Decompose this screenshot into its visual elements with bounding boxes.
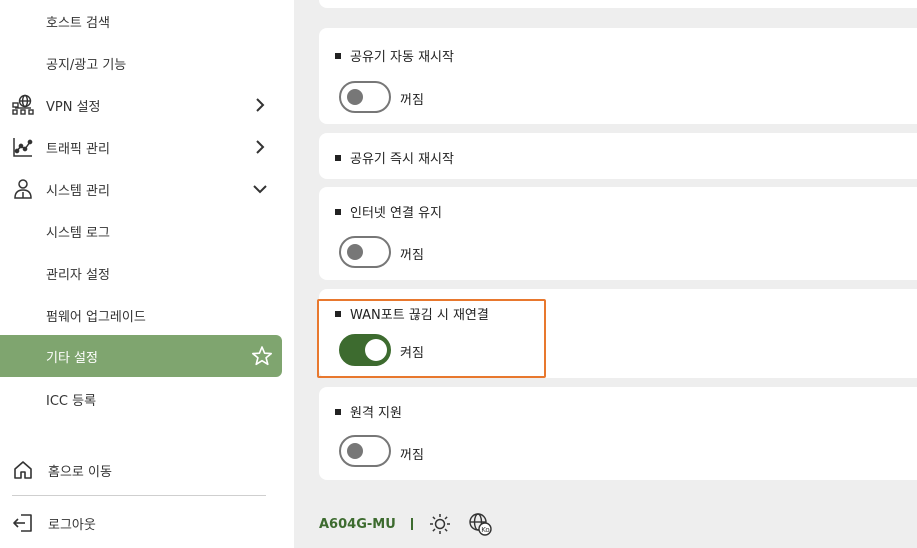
main-content: 공유기 자동 재시작 꺼짐 공유기 즉시 재시작 인터넷 연결 유지 꺼짐 WA… [294,0,917,548]
toggle-state-label: 꺼짐 [400,248,424,263]
sidebar-item-firmware-upgrade[interactable]: 펌웨어 업그레이드 [0,294,282,336]
setting-title: 공유기 즉시 재시작 [335,148,454,167]
sidebar-item-label: ICC 등록 [46,393,97,409]
bullet-icon [335,52,341,59]
logout-link[interactable]: 로그아웃 [0,502,282,544]
setting-title: 공유기 자동 재시작 [335,46,454,65]
chevron-down-icon [252,181,268,197]
setting-remote-support: 원격 지원 꺼짐 [319,387,917,480]
sidebar-item-label: 펌웨어 업그레이드 [46,309,146,325]
setting-keep-connection: 인터넷 연결 유지 꺼짐 [319,187,917,280]
sidebar-item-label: 관리자 설정 [46,267,110,283]
home-icon [12,459,34,481]
sidebar-item-label: 시스템 관리 [46,183,110,199]
toggle-knob [347,89,363,105]
remote-support-toggle[interactable] [339,435,391,467]
sidebar-item-label: 호스트 검색 [46,15,110,31]
sidebar-item-host-search[interactable]: 호스트 검색 [0,0,282,42]
auto-restart-toggle[interactable] [339,81,391,113]
star-icon[interactable] [251,345,273,367]
sidebar-item-notice-ad[interactable]: 공지/광고 기능 [0,42,282,84]
setting-auto-restart: 공유기 자동 재시작 꺼짐 [319,28,917,124]
sidebar-item-icc-register[interactable]: ICC 등록 [0,378,282,420]
sidebar-divider [12,495,266,496]
language-globe-icon[interactable]: Ko [468,512,492,536]
bullet-icon [335,408,341,415]
svg-text:Ko: Ko [481,526,490,534]
logout-label: 로그아웃 [48,517,96,533]
setting-title-text: 원격 지원 [350,406,402,421]
sidebar-item-admin-settings[interactable]: 관리자 설정 [0,252,282,294]
keep-connection-toggle[interactable] [339,236,391,268]
toggle-state-label: 꺼짐 [400,93,424,108]
sidebar-item-label: 시스템 로그 [46,225,110,241]
home-label: 홈으로 이동 [48,464,112,480]
admin-user-icon [12,178,34,200]
home-link[interactable]: 홈으로 이동 [0,449,282,491]
sidebar-item-system[interactable]: 시스템 관리 [0,168,282,210]
model-name: A604G-MU [319,516,396,532]
sidebar-item-system-log[interactable]: 시스템 로그 [0,210,282,252]
settings-card-partial [319,0,917,8]
sidebar-item-label: 트래픽 관리 [46,141,110,157]
sidebar-item-traffic[interactable]: 트래픽 관리 [0,126,282,168]
setting-title: 원격 지원 [335,402,402,421]
traffic-chart-icon [12,136,34,158]
sidebar-item-label: 기타 설정 [46,350,98,366]
highlight-box [317,299,546,378]
toggle-knob [347,244,363,260]
bullet-icon [335,154,341,161]
toggle-state-label: 꺼짐 [400,448,424,463]
setting-title-text: 공유기 자동 재시작 [350,50,454,65]
sidebar: 호스트 검색 공지/광고 기능 VPN 설정 트래픽 관리 시스템 관리 시스템… [0,0,294,548]
setting-title-text: 인터넷 연결 유지 [350,206,442,221]
footer-separator [410,518,413,530]
setting-restart-now[interactable]: 공유기 즉시 재시작 [319,133,917,179]
sidebar-item-label: 공지/광고 기능 [46,57,127,73]
setting-title: 인터넷 연결 유지 [335,202,442,221]
setting-title-text: 공유기 즉시 재시작 [350,152,454,167]
bullet-icon [335,208,341,215]
sidebar-item-other-settings[interactable]: 기타 설정 [0,335,282,377]
sidebar-item-label: VPN 설정 [46,99,101,115]
brightness-icon[interactable] [428,512,452,536]
footer: A604G-MU Ko [319,510,492,538]
chevron-right-icon [252,139,268,155]
chevron-right-icon [252,97,268,113]
sidebar-item-vpn[interactable]: VPN 설정 [0,84,282,126]
vpn-network-icon [12,94,34,116]
toggle-knob [347,443,363,459]
logout-icon [12,512,34,534]
